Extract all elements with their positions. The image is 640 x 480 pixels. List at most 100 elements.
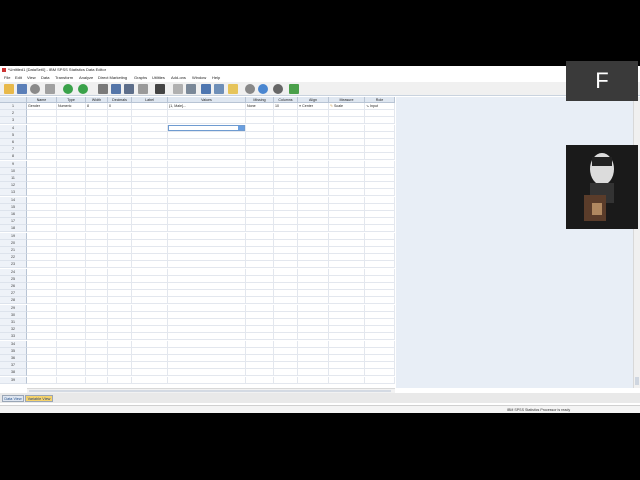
empty-cell[interactable] <box>27 182 57 190</box>
empty-cell[interactable] <box>274 182 298 190</box>
empty-cell[interactable] <box>86 232 108 240</box>
empty-cell[interactable] <box>246 153 274 161</box>
empty-cell[interactable] <box>27 218 57 226</box>
empty-cell[interactable] <box>274 139 298 146</box>
empty-cell[interactable] <box>168 189 246 197</box>
insert-cases-icon[interactable] <box>155 84 165 94</box>
empty-cell[interactable] <box>108 326 132 334</box>
empty-cell[interactable] <box>108 146 132 154</box>
empty-cell[interactable] <box>298 283 329 290</box>
cell-label[interactable] <box>132 103 168 110</box>
empty-cell[interactable] <box>274 326 298 334</box>
empty-cell[interactable] <box>57 326 86 334</box>
empty-cell[interactable] <box>86 182 108 190</box>
empty-cell[interactable] <box>86 275 108 283</box>
empty-cell[interactable] <box>365 347 395 355</box>
row-header[interactable]: 38 <box>0 369 27 377</box>
empty-cell[interactable] <box>86 124 108 132</box>
cell-role[interactable]: ↘ Input <box>365 103 395 110</box>
row-header[interactable]: 6 <box>0 139 27 146</box>
empty-cell[interactable] <box>108 218 132 226</box>
empty-cell[interactable] <box>27 160 57 168</box>
empty-cell[interactable] <box>168 275 246 283</box>
empty-cell[interactable] <box>298 146 329 154</box>
empty-cell[interactable] <box>298 275 329 283</box>
empty-cell[interactable] <box>298 376 329 384</box>
empty-cell[interactable] <box>57 304 86 312</box>
empty-cell[interactable] <box>168 225 246 233</box>
empty-cell[interactable] <box>365 362 395 370</box>
empty-cell[interactable] <box>108 124 132 132</box>
empty-cell[interactable] <box>108 131 132 139</box>
empty-cell[interactable] <box>365 247 395 254</box>
empty-cell[interactable] <box>365 175 395 182</box>
menu-analyze[interactable]: Analyze <box>79 74 93 82</box>
tab-data-view[interactable]: Data View <box>2 395 24 402</box>
goto-case-icon[interactable] <box>98 84 108 94</box>
variables-icon[interactable] <box>124 84 134 94</box>
empty-cell[interactable] <box>108 247 132 254</box>
empty-cell[interactable] <box>27 340 57 348</box>
empty-cell[interactable] <box>86 196 108 204</box>
empty-cell[interactable] <box>27 146 57 154</box>
empty-cell[interactable] <box>365 203 395 211</box>
empty-cell[interactable] <box>57 131 86 139</box>
empty-cell[interactable] <box>274 124 298 132</box>
horizontal-scroll-thumb[interactable] <box>29 390 391 392</box>
row-header[interactable]: 7 <box>0 146 27 154</box>
empty-cell[interactable] <box>246 124 274 132</box>
empty-cell[interactable] <box>86 369 108 377</box>
row-header[interactable]: 16 <box>0 211 27 218</box>
empty-cell[interactable] <box>365 182 395 190</box>
row-header[interactable]: 2 <box>0 110 27 118</box>
empty-cell[interactable] <box>329 347 365 355</box>
empty-cell[interactable] <box>274 203 298 211</box>
empty-cell[interactable] <box>246 311 274 319</box>
empty-cell[interactable] <box>274 304 298 312</box>
find-icon[interactable] <box>138 84 148 94</box>
menu-file[interactable]: File <box>4 74 10 82</box>
empty-cell[interactable] <box>168 333 246 341</box>
menu-utilities[interactable]: Utilities <box>152 74 165 82</box>
empty-cell[interactable] <box>57 283 86 290</box>
empty-cell[interactable] <box>108 160 132 168</box>
empty-cell[interactable] <box>57 232 86 240</box>
empty-cell[interactable] <box>274 268 298 276</box>
empty-cell[interactable] <box>274 369 298 377</box>
empty-cell[interactable] <box>298 355 329 362</box>
empty-cell[interactable] <box>274 297 298 305</box>
empty-cell[interactable] <box>132 110 168 118</box>
empty-cell[interactable] <box>365 304 395 312</box>
empty-cell[interactable] <box>86 283 108 290</box>
empty-cell[interactable] <box>274 333 298 341</box>
empty-cell[interactable] <box>132 167 168 175</box>
empty-cell[interactable] <box>132 232 168 240</box>
row-header[interactable]: 18 <box>0 225 27 233</box>
empty-cell[interactable] <box>365 369 395 377</box>
empty-cell[interactable] <box>27 304 57 312</box>
empty-cell[interactable] <box>246 239 274 247</box>
empty-cell[interactable] <box>86 268 108 276</box>
empty-cell[interactable] <box>329 225 365 233</box>
row-header[interactable]: 12 <box>0 182 27 190</box>
row-header[interactable]: 4 <box>0 124 27 132</box>
empty-cell[interactable] <box>57 110 86 118</box>
empty-cell[interactable] <box>108 297 132 305</box>
empty-cell[interactable] <box>298 211 329 218</box>
dialog-recall-icon[interactable] <box>45 84 55 94</box>
empty-cell[interactable] <box>57 117 86 125</box>
empty-cell[interactable] <box>246 369 274 377</box>
empty-cell[interactable] <box>246 362 274 370</box>
empty-cell[interactable] <box>57 362 86 370</box>
empty-cell[interactable] <box>274 347 298 355</box>
empty-cell[interactable] <box>132 153 168 161</box>
empty-cell[interactable] <box>132 254 168 262</box>
empty-cell[interactable] <box>365 311 395 319</box>
empty-cell[interactable] <box>329 311 365 319</box>
empty-cell[interactable] <box>132 376 168 384</box>
empty-cell[interactable] <box>86 290 108 298</box>
empty-cell[interactable] <box>57 297 86 305</box>
empty-cell[interactable] <box>246 268 274 276</box>
empty-cell[interactable] <box>365 211 395 218</box>
row-header[interactable]: 28 <box>0 297 27 305</box>
